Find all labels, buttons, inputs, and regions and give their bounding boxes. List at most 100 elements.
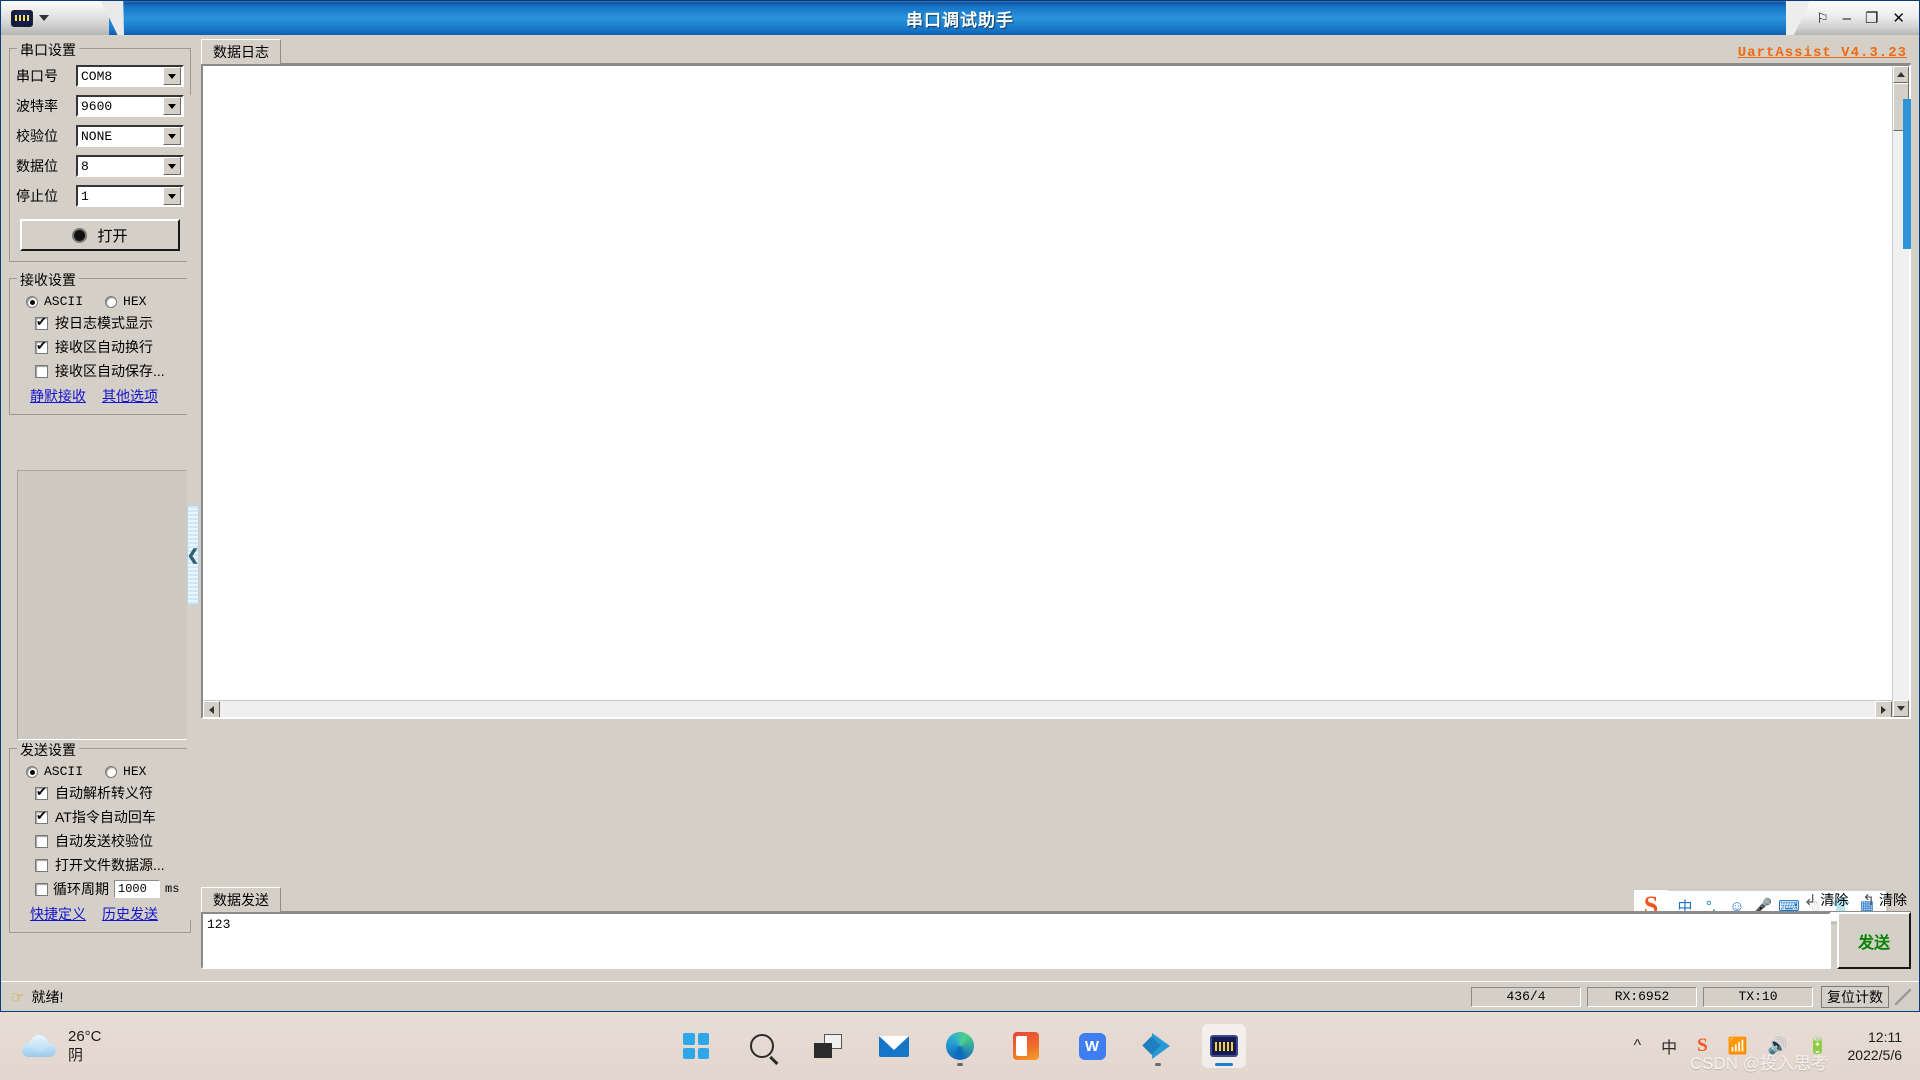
- link-quick-define[interactable]: 快捷定义: [30, 904, 86, 924]
- serial-assistant-app[interactable]: [1202, 1024, 1246, 1068]
- power-dot-icon: [72, 227, 88, 243]
- reset-counter-button[interactable]: 复位计数: [1821, 985, 1889, 1008]
- send-input[interactable]: 123: [201, 912, 1831, 969]
- left-settings-panel: 串口设置 串口号 COM8 波特率 9600 校验位 NONE 数据位 8 停止…: [9, 39, 199, 977]
- field-stopbits-label: 停止位: [16, 188, 58, 204]
- send-checkbox-escape[interactable]: 自动解析转义符: [35, 783, 184, 803]
- chevron-down-icon[interactable]: [163, 127, 181, 145]
- close-button[interactable]: ✕: [1892, 11, 1905, 26]
- field-databits: 数据位 8: [16, 151, 184, 181]
- log-horizontal-scrollbar[interactable]: [203, 700, 1892, 717]
- stopbits-value: 1: [81, 188, 89, 204]
- chevron-up-icon[interactable]: ^: [1634, 1037, 1642, 1055]
- open-port-button[interactable]: 打开: [20, 219, 180, 251]
- office-app[interactable]: [1004, 1024, 1048, 1068]
- data-log-content: [203, 66, 1909, 74]
- checkbox-unchecked-icon: [35, 858, 48, 872]
- send-cycle-label: 循环周期: [53, 881, 109, 897]
- title-bar: 串口调试助手 ⚐ – ❐ ✕: [1, 1, 1919, 35]
- checkbox-checked-icon: [35, 809, 48, 824]
- chevron-down-icon[interactable]: [163, 187, 181, 205]
- battery-charging-icon[interactable]: 🔋: [1808, 1036, 1828, 1056]
- send-cycle-row[interactable]: 循环周期 1000 ms: [35, 879, 184, 899]
- parity-combobox[interactable]: NONE: [76, 125, 184, 147]
- send-checkbox-checksum[interactable]: 自动发送校验位: [35, 831, 184, 851]
- wifi-icon[interactable]: 📶: [1728, 1036, 1748, 1056]
- send-button[interactable]: 发送: [1837, 912, 1911, 969]
- chevron-down-icon[interactable]: [163, 67, 181, 85]
- search-button[interactable]: [740, 1024, 784, 1068]
- receive-mode-ascii[interactable]: ASCII: [26, 294, 83, 309]
- accent-strip: [1903, 99, 1911, 249]
- chevron-down-icon[interactable]: [39, 15, 49, 21]
- baudrate-combobox[interactable]: 9600: [76, 95, 184, 117]
- receive-mode-hex[interactable]: HEX: [105, 294, 146, 309]
- field-port: 串口号 COM8: [16, 61, 184, 91]
- weather-widget[interactable]: 26°C 阴: [0, 1027, 102, 1065]
- link-other-options[interactable]: 其他选项: [102, 386, 158, 406]
- window-menu-button[interactable]: [1, 1, 109, 35]
- link-send-history[interactable]: 历史发送: [102, 904, 158, 924]
- scroll-right-icon[interactable]: [1875, 701, 1892, 717]
- send-checkbox-file-source-label: 打开文件数据源...: [55, 857, 165, 873]
- quick-command-list-panel[interactable]: [17, 470, 199, 740]
- clear-receive-button[interactable]: ↲ 清除: [1804, 890, 1849, 910]
- send-mode-ascii[interactable]: ASCII: [26, 764, 83, 779]
- clear-send-button[interactable]: ↰ 清除: [1862, 890, 1907, 910]
- office-icon: [1013, 1032, 1039, 1060]
- cycle-period-input[interactable]: 1000: [114, 880, 160, 898]
- wps-office[interactable]: W: [1070, 1024, 1114, 1068]
- status-text: 就绪!: [31, 988, 64, 1005]
- pin-window-button[interactable]: ⚐: [1816, 11, 1829, 25]
- edge-browser[interactable]: [938, 1024, 982, 1068]
- task-view-button[interactable]: [806, 1024, 850, 1068]
- send-mode-ascii-label: ASCII: [44, 764, 84, 779]
- tab-data-log[interactable]: 数据日志: [201, 39, 281, 64]
- serial-settings-group: 串口设置 串口号 COM8 波特率 9600 校验位 NONE 数据位 8 停止…: [9, 40, 191, 262]
- stopbits-combobox[interactable]: 1: [76, 185, 184, 207]
- version-link[interactable]: UartAssist V4.3.23: [1738, 45, 1907, 61]
- send-checkbox-file-source[interactable]: 打开文件数据源...: [35, 855, 184, 875]
- collapse-left-icon[interactable]: ❮: [187, 505, 199, 605]
- speaker-icon[interactable]: 🔊: [1768, 1036, 1788, 1056]
- receive-checkbox-autosave[interactable]: 接收区自动保存...: [35, 361, 184, 381]
- sogou-tray-icon[interactable]: S: [1697, 1035, 1708, 1057]
- databits-combobox[interactable]: 8: [76, 155, 184, 177]
- send-mode-hex[interactable]: HEX: [105, 764, 146, 779]
- main-area: 数据日志 UartAssist V4.3.23 S 中 °, ☺ 🎤 ⌨ ☃ 👕…: [201, 39, 1911, 977]
- minimize-button[interactable]: –: [1843, 11, 1851, 26]
- scroll-left-icon[interactable]: [203, 701, 220, 717]
- chevron-down-icon[interactable]: [163, 157, 181, 175]
- field-port-label: 串口号: [16, 68, 58, 84]
- vscode-app[interactable]: [1136, 1024, 1180, 1068]
- link-silent-receive[interactable]: 静默接收: [30, 386, 86, 406]
- receive-checkbox-autosave-label: 接收区自动保存...: [55, 363, 165, 379]
- running-indicator: [1155, 1063, 1161, 1066]
- maximize-button[interactable]: ❐: [1865, 11, 1878, 26]
- scroll-down-icon[interactable]: [1893, 700, 1909, 717]
- status-cell-tx: TX:10: [1703, 986, 1813, 1007]
- scroll-up-icon[interactable]: [1893, 66, 1909, 83]
- vscode-icon: [1144, 1033, 1172, 1059]
- clock-widget[interactable]: 12:11 2022/5/6: [1848, 1028, 1903, 1064]
- data-log-pane[interactable]: [201, 64, 1911, 719]
- resize-grip[interactable]: [1895, 988, 1911, 1005]
- field-baudrate: 波特率 9600: [16, 91, 184, 121]
- mail-icon: [879, 1035, 909, 1057]
- ime-mode-icon[interactable]: 中: [1661, 1034, 1677, 1058]
- chevron-down-icon[interactable]: [163, 97, 181, 115]
- panel-splitter[interactable]: ❮: [187, 95, 199, 920]
- mail-app[interactable]: [872, 1024, 916, 1068]
- receive-checkbox-autowrap[interactable]: 接收区自动换行: [35, 337, 184, 357]
- tab-data-send[interactable]: 数据发送: [201, 887, 281, 912]
- parity-value: NONE: [81, 128, 113, 144]
- send-mode-hex-label: HEX: [123, 764, 147, 779]
- search-icon: [750, 1034, 774, 1058]
- send-checkbox-at-newline[interactable]: AT指令自动回车: [35, 807, 184, 827]
- windows-logo-icon: [683, 1033, 709, 1059]
- radio-unselected-icon: [105, 765, 118, 778]
- start-button[interactable]: [674, 1024, 718, 1068]
- receive-settings-group: 接收设置 ASCII HEX 按日志模式显示: [9, 270, 191, 415]
- port-combobox[interactable]: COM8: [76, 65, 184, 87]
- receive-checkbox-log-mode[interactable]: 按日志模式显示: [35, 313, 184, 333]
